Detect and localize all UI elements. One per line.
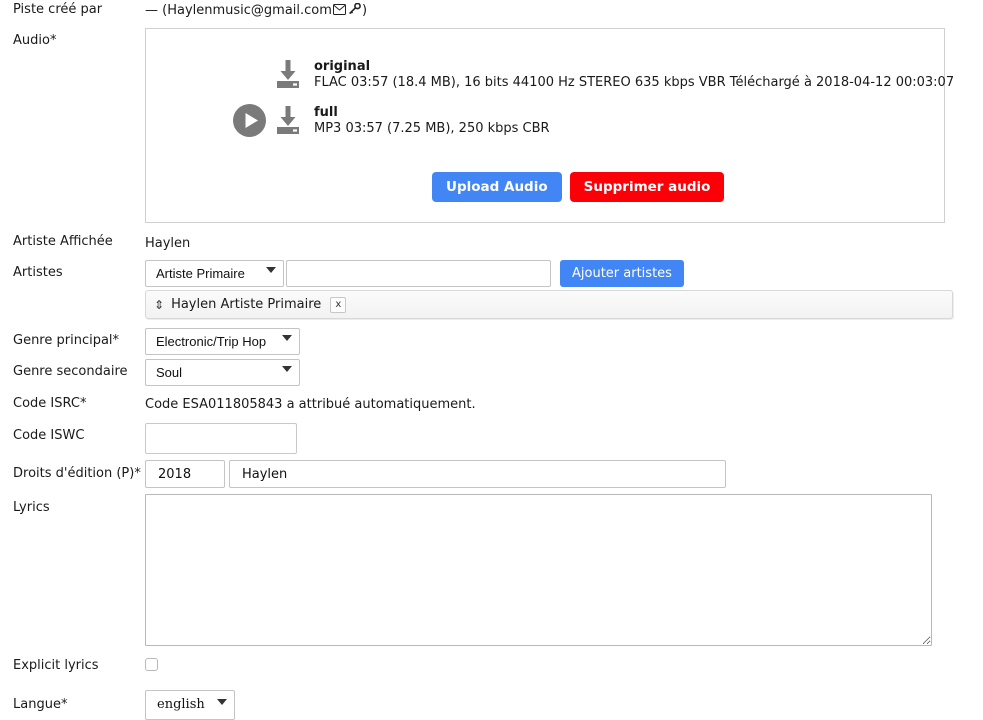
artist-role-select[interactable]: Artiste Primaire — [145, 260, 284, 287]
lyrics-textarea[interactable] — [145, 494, 932, 646]
envelope-icon[interactable] — [332, 3, 346, 20]
display-artist-field: Haylen — [145, 234, 983, 252]
droits-owner-input[interactable] — [229, 460, 726, 488]
label-genre-secondaire: Genre secondaire — [13, 364, 128, 379]
key-icon[interactable] — [348, 2, 361, 20]
row-code-iswc: Code ISWC — [0, 423, 983, 454]
label-genre-principal: Genre principal* — [13, 333, 120, 348]
row-audio: Audio* original FLAC 03:57 (18.4 MB), 16… — [0, 24, 983, 223]
audio-meta-original: original FLAC 03:57 (18.4 MB), 16 bits 4… — [314, 59, 954, 91]
langue-select[interactable]: english — [145, 690, 235, 720]
audio-description: MP3 03:57 (7.25 MB), 250 kbps CBR — [314, 120, 550, 136]
add-artists-button[interactable]: Ajouter artistes — [560, 260, 684, 287]
row-explicit-lyrics: Explicit lyrics — [0, 656, 983, 684]
drag-handle-icon[interactable]: ⇕ — [154, 299, 164, 311]
download-icon[interactable] — [273, 105, 303, 136]
row-artistes: Artistes Artiste Primaire Ajouter artist… — [0, 260, 983, 319]
row-created-by: Piste créé par — (Haylenmusic@gmail.com) — [0, 0, 983, 24]
code-iswc-input[interactable] — [145, 423, 297, 454]
artist-name-input[interactable] — [286, 260, 551, 287]
droits-edition-field — [145, 460, 983, 488]
audio-description: FLAC 03:57 (18.4 MB), 16 bits 44100 Hz S… — [314, 74, 955, 90]
droits-edition-line — [145, 460, 983, 488]
artistes-input-line: Artiste Primaire Ajouter artistes — [145, 260, 983, 287]
langue-field: english — [145, 690, 983, 720]
label-lyrics: Lyrics — [13, 500, 50, 515]
genre-principal-select-wrap: Electronic/Trip Hop — [145, 328, 300, 355]
langue-select-wrap: english — [145, 690, 235, 720]
row-code-isrc: Code ISRC* Code ESA011805843 a attribué … — [0, 395, 983, 421]
created-by-field: — (Haylenmusic@gmail.com) — [145, 0, 983, 20]
remove-artist-button[interactable]: x — [330, 296, 347, 313]
code-isrc-field: Code ESA011805843 a attribué automatique… — [145, 395, 983, 413]
artist-chip-label: Haylen Artiste Primaire — [171, 297, 322, 312]
upload-audio-button[interactable]: Upload Audio — [432, 172, 562, 202]
row-genre-principal: Genre principal* Electronic/Trip Hop — [0, 328, 983, 355]
genre-secondaire-field: Soul — [145, 359, 983, 386]
audio-play-placeholder — [233, 58, 266, 91]
track-edit-form: Piste créé par — (Haylenmusic@gmail.com)… — [0, 0, 983, 720]
row-droits-edition: Droits d'édition (P)* — [0, 460, 983, 488]
label-explicit-lyrics: Explicit lyrics — [13, 658, 99, 673]
label-code-iswc: Code ISWC — [13, 428, 85, 443]
play-circle-icon[interactable] — [233, 104, 266, 137]
artist-list-panel: ⇕ Haylen Artiste Primaire x — [145, 290, 953, 319]
artistes-field: Artiste Primaire Ajouter artistes ⇕ Hayl… — [145, 260, 983, 319]
delete-audio-button[interactable]: Supprimer audio — [569, 172, 725, 202]
lyrics-field — [145, 494, 983, 646]
genre-secondaire-select-wrap: Soul — [145, 359, 300, 386]
audio-panel: original FLAC 03:57 (18.4 MB), 16 bits 4… — [145, 28, 954, 223]
audio-meta-full: full MP3 03:57 (7.25 MB), 250 kbps CBR — [314, 105, 550, 137]
row-lyrics: Lyrics — [0, 494, 983, 646]
display-artist-value: Haylen — [145, 236, 191, 251]
created-by-value: — (Haylenmusic@gmail.com) — [145, 0, 983, 20]
audio-field: original FLAC 03:57 (18.4 MB), 16 bits 4… — [145, 24, 983, 223]
audio-item-full: full MP3 03:57 (7.25 MB), 250 kbps CBR — [233, 104, 550, 137]
audio-item-original: original FLAC 03:57 (18.4 MB), 16 bits 4… — [233, 58, 954, 91]
audio-name: full — [314, 104, 338, 120]
created-by-email-text: — (Haylenmusic@gmail.com — [145, 3, 332, 18]
row-langue: Langue* english — [0, 690, 983, 720]
row-genre-secondaire: Genre secondaire Soul — [0, 359, 983, 386]
audio-buttons: Upload Audio Supprimer audio — [432, 172, 725, 202]
genre-principal-field: Electronic/Trip Hop — [145, 328, 983, 355]
audio-name: original — [314, 58, 371, 74]
label-artistes: Artistes — [13, 265, 63, 280]
code-isrc-value: Code ESA011805843 a attribué automatique… — [145, 397, 476, 412]
explicit-lyrics-checkbox[interactable] — [145, 658, 158, 671]
genre-secondaire-select[interactable]: Soul — [145, 359, 300, 386]
droits-year-input[interactable] — [145, 460, 225, 488]
label-display-artist: Artiste Affichée — [13, 234, 113, 249]
genre-principal-select[interactable]: Electronic/Trip Hop — [145, 328, 300, 355]
row-display-artist: Artiste Affichée Haylen — [0, 234, 983, 260]
artist-role-select-wrap: Artiste Primaire — [145, 260, 284, 287]
label-audio: Audio* — [13, 33, 57, 48]
label-droits-edition: Droits d'édition (P)* — [13, 466, 141, 481]
label-created-by: Piste créé par — [13, 2, 103, 17]
explicit-lyrics-field — [145, 656, 983, 671]
code-iswc-field — [145, 423, 983, 454]
created-by-suffix: ) — [361, 3, 368, 18]
label-code-isrc: Code ISRC* — [13, 396, 87, 411]
download-icon[interactable] — [273, 59, 303, 90]
